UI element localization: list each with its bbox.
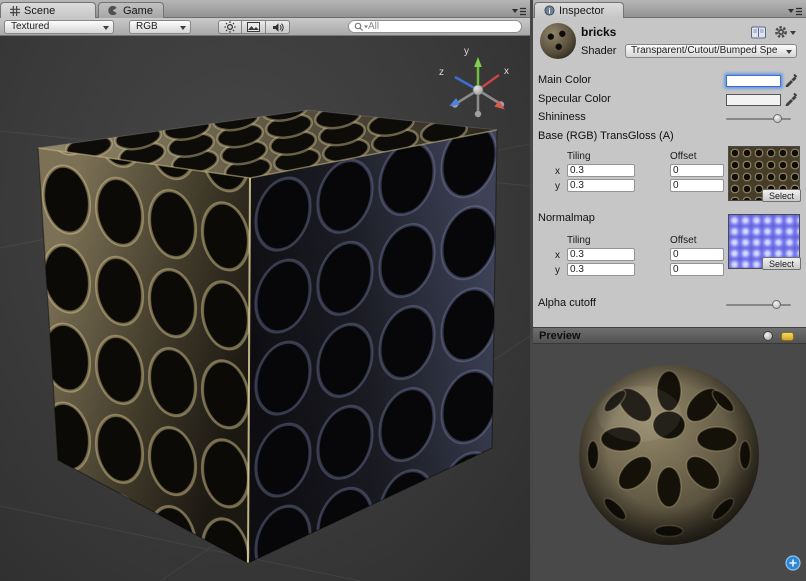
- gizmo-stub[interactable]: [475, 111, 481, 117]
- base-y-label: y: [555, 181, 560, 192]
- scene-lighting-toggle[interactable]: [218, 20, 242, 34]
- base-x-label: x: [555, 166, 560, 177]
- base-tiling-x-input[interactable]: [567, 164, 635, 177]
- shader-value: Transparent/Cutout/Bumped Spe: [631, 45, 777, 56]
- scene-grid-icon: [10, 6, 20, 16]
- normal-offset-y-input[interactable]: [670, 263, 724, 276]
- specular-color-label: Specular Color: [538, 93, 611, 105]
- shininess-slider-thumb[interactable]: [773, 114, 782, 123]
- material-name: bricks: [581, 25, 616, 39]
- base-offset-header: Offset: [670, 151, 697, 162]
- scene-toolbar: Textured RGB: [0, 18, 530, 36]
- chevron-down-icon[interactable]: [790, 31, 796, 35]
- svg-text:i: i: [548, 6, 550, 15]
- normal-tiling-header: Tiling: [567, 235, 591, 246]
- scene-fx-toggle[interactable]: [242, 20, 266, 34]
- normal-offset-x-input[interactable]: [670, 248, 724, 261]
- base-offset-x-input[interactable]: [670, 164, 724, 177]
- color-mode-value: RGB: [136, 21, 158, 32]
- normalmap-label: Normalmap: [538, 212, 595, 224]
- main-color-swatch[interactable]: [726, 75, 781, 87]
- preview-light-toggle-icon[interactable]: [781, 332, 794, 341]
- scene-pane-menu-icon[interactable]: [512, 4, 526, 15]
- preview-title: Preview: [539, 330, 581, 342]
- normal-y-label: y: [555, 265, 560, 276]
- chevron-down-icon: [180, 26, 186, 30]
- speaker-icon: [272, 22, 284, 33]
- alpha-cutoff-label: Alpha cutoff: [538, 297, 596, 309]
- search-input[interactable]: [368, 21, 488, 32]
- tab-inspector-label: Inspector: [559, 5, 604, 17]
- gizmo-center[interactable]: [473, 85, 483, 95]
- alpha-cutoff-slider[interactable]: [726, 304, 791, 306]
- draw-mode-dropdown[interactable]: Textured: [4, 20, 114, 34]
- alpha-cutoff-slider-thumb[interactable]: [772, 300, 781, 309]
- normal-tiling-x-input[interactable]: [567, 248, 635, 261]
- gizmo-z-label: z: [439, 67, 444, 78]
- shininess-slider[interactable]: [726, 118, 791, 120]
- cube-left-holes: [38, 148, 250, 563]
- help-book-icon[interactable]: [751, 26, 766, 44]
- base-map-label: Base (RGB) TransGloss (A): [538, 130, 674, 142]
- shader-label: Shader: [581, 45, 616, 57]
- inspector-pane-menu-icon[interactable]: [788, 4, 802, 15]
- eyedropper-icon[interactable]: [784, 92, 798, 106]
- material-preview-area[interactable]: [533, 344, 806, 581]
- shininess-label: Shininess: [538, 111, 586, 123]
- inspector-icon: i: [544, 5, 555, 16]
- sun-icon: [224, 21, 236, 33]
- tab-scene-label: Scene: [24, 5, 55, 17]
- chevron-down-icon: [103, 26, 109, 30]
- normal-offset-header: Offset: [670, 235, 697, 246]
- game-icon: [108, 5, 119, 16]
- scene-gizmo[interactable]: y x z: [439, 46, 509, 117]
- specular-color-swatch[interactable]: [726, 94, 781, 106]
- base-select-button[interactable]: Select: [762, 189, 801, 202]
- normalmap-select-button[interactable]: Select: [762, 257, 801, 270]
- scene-viewport[interactable]: y x z: [0, 36, 530, 581]
- base-tiling-y-input[interactable]: [567, 179, 635, 192]
- tab-game[interactable]: Game: [98, 2, 164, 18]
- gizmo-x-label: x: [504, 66, 509, 77]
- eyedropper-icon[interactable]: [784, 73, 798, 87]
- color-mode-dropdown[interactable]: RGB: [129, 20, 191, 34]
- search-icon: [354, 22, 368, 32]
- scene-search-field[interactable]: [348, 20, 522, 33]
- shader-dropdown[interactable]: Transparent/Cutout/Bumped Spe: [625, 44, 797, 58]
- preview-sphere-toggle-icon[interactable]: [763, 331, 773, 341]
- gear-icon[interactable]: [774, 25, 788, 44]
- tab-game-label: Game: [123, 5, 153, 17]
- material-preview-ball-icon: [540, 23, 576, 59]
- base-tiling-header: Tiling: [567, 151, 591, 162]
- cube-right-holes: [248, 130, 497, 563]
- scene-pane: Scene Game Textured RGB: [0, 0, 530, 581]
- preview-zoom-plus-button[interactable]: [786, 556, 800, 570]
- scene-audio-toggle[interactable]: [266, 20, 290, 34]
- chevron-down-icon: [786, 50, 792, 54]
- unity-editor-window: Scene Game Textured RGB: [0, 0, 806, 581]
- main-color-label: Main Color: [538, 74, 591, 86]
- gizmo-y-label: y: [464, 46, 469, 57]
- scene-tabbar: Scene Game: [0, 0, 530, 18]
- inspector-pane: i Inspector bricks: [533, 0, 806, 581]
- cube-object[interactable]: [38, 94, 497, 563]
- inspector-tabbar: i Inspector: [533, 0, 806, 18]
- tab-scene[interactable]: Scene: [0, 2, 96, 18]
- image-icon: [247, 22, 260, 32]
- tab-inspector[interactable]: i Inspector: [534, 2, 624, 18]
- draw-mode-value: Textured: [11, 21, 49, 32]
- normal-tiling-y-input[interactable]: [567, 263, 635, 276]
- base-offset-y-input[interactable]: [670, 179, 724, 192]
- normal-x-label: x: [555, 250, 560, 261]
